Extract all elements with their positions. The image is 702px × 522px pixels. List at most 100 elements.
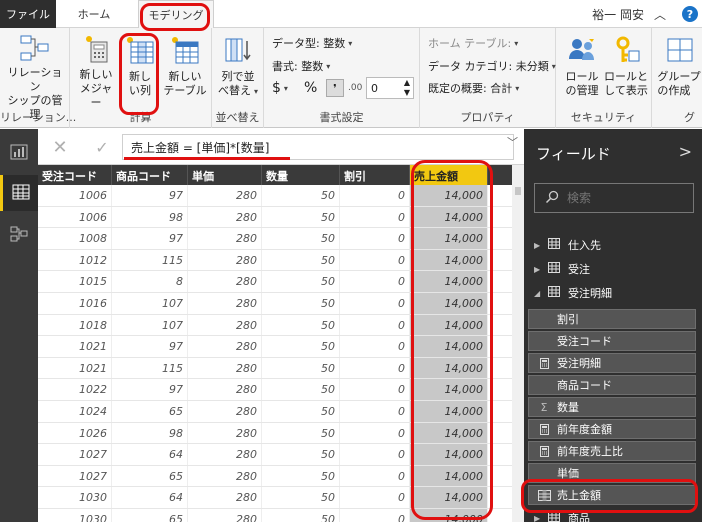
table-cell[interactable]: 14,000 <box>410 336 488 357</box>
field-item[interactable]: 前年度金額 <box>528 419 696 439</box>
table-cell[interactable]: 50 <box>262 271 340 292</box>
decimal-places-spinner[interactable]: 0 ▲ ▼ <box>366 77 414 99</box>
sort-by-column-button[interactable]: 列で並 べ替え ▾ <box>216 32 260 104</box>
field-item[interactable]: 受注明細 <box>528 353 696 373</box>
field-item[interactable]: 受注コード <box>528 331 696 351</box>
table-cell[interactable]: 97 <box>112 336 188 357</box>
table-cell[interactable]: 50 <box>262 292 340 314</box>
table-cell[interactable]: 50 <box>262 185 340 206</box>
table-cell[interactable]: 0 <box>340 422 410 444</box>
table-cell[interactable]: 50 <box>262 400 340 422</box>
table-cell[interactable]: 280 <box>188 292 262 314</box>
manage-relationships-button[interactable]: リレーション シップの管理 <box>4 32 66 121</box>
table-cell[interactable]: 280 <box>188 314 262 336</box>
table-cell[interactable]: 98 <box>112 422 188 444</box>
manage-roles-button[interactable]: ロール の管理 <box>560 32 604 104</box>
table-cell[interactable]: 8 <box>112 271 188 292</box>
table-cell[interactable]: 50 <box>262 379 340 400</box>
table-cell[interactable]: 50 <box>262 206 340 228</box>
table-cell[interactable]: 280 <box>188 422 262 444</box>
field-item[interactable]: 商品コード <box>528 375 696 395</box>
table-cell[interactable]: 64 <box>112 444 188 465</box>
vertical-scrollbar[interactable] <box>512 165 524 522</box>
table-cell[interactable]: 50 <box>262 487 340 508</box>
table-cell[interactable]: 50 <box>262 465 340 487</box>
table-cell[interactable]: 0 <box>340 314 410 336</box>
fields-table-item[interactable]: ▶ 受注 <box>534 259 590 279</box>
table-cell[interactable]: 14,000 <box>410 444 488 465</box>
table-cell[interactable]: 1027 <box>38 444 112 465</box>
table-cell[interactable]: 107 <box>112 314 188 336</box>
table-cell[interactable]: 0 <box>340 206 410 228</box>
column-header[interactable]: 商品コード <box>112 165 188 185</box>
fields-table-item-partial[interactable]: ▶ 商品 <box>534 511 590 522</box>
formula-input[interactable]: 売上金額 = [単価]*[数量] <box>122 134 514 160</box>
fields-table-item[interactable]: ▶ 仕入先 <box>534 235 601 255</box>
collapsed-arrow-icon[interactable]: ▶ <box>534 265 546 274</box>
table-cell[interactable]: 50 <box>262 508 340 522</box>
table-cell[interactable]: 98 <box>112 206 188 228</box>
column-header[interactable]: 割引 <box>340 165 410 185</box>
field-item[interactable]: 単価 <box>528 463 696 483</box>
table-cell[interactable]: 0 <box>340 379 410 400</box>
table-cell[interactable]: 280 <box>188 465 262 487</box>
collapsed-arrow-icon[interactable]: ▶ <box>534 241 546 250</box>
table-cell[interactable]: 1008 <box>38 228 112 249</box>
table-cell[interactable]: 14,000 <box>410 422 488 444</box>
table-cell[interactable]: 50 <box>262 422 340 444</box>
table-cell[interactable]: 14,000 <box>410 314 488 336</box>
table-cell[interactable]: 14,000 <box>410 379 488 400</box>
scrollbar-thumb[interactable] <box>515 187 521 195</box>
table-cell[interactable]: 1021 <box>38 357 112 379</box>
table-cell[interactable]: 280 <box>188 357 262 379</box>
view-as-roles-button[interactable]: ロールと して表示 <box>604 32 648 104</box>
table-cell[interactable]: 14,000 <box>410 487 488 508</box>
table-cell[interactable]: 115 <box>112 249 188 271</box>
new-column-button[interactable]: 新し い列 <box>122 32 158 104</box>
field-item[interactable]: Σ 数量 <box>528 397 696 417</box>
table-cell[interactable]: 115 <box>112 357 188 379</box>
tab-file[interactable]: ファイル <box>0 0 56 28</box>
table-cell[interactable]: 97 <box>112 185 188 206</box>
column-header[interactable]: 受注コード <box>38 165 112 185</box>
table-cell[interactable]: 97 <box>112 379 188 400</box>
table-cell[interactable]: 280 <box>188 379 262 400</box>
table-cell[interactable]: 14,000 <box>410 357 488 379</box>
column-header[interactable]: 売上金額 <box>410 165 488 185</box>
field-item[interactable]: 売上金額 <box>528 485 696 505</box>
table-cell[interactable]: 280 <box>188 271 262 292</box>
collapsed-arrow-icon[interactable]: ▶ <box>534 514 546 522</box>
table-cell[interactable]: 0 <box>340 228 410 249</box>
relationships-view-button[interactable] <box>0 217 38 253</box>
data-category-dropdown[interactable]: データ カテゴリ: 未分類 ▾ <box>428 57 556 75</box>
table-cell[interactable]: 14,000 <box>410 228 488 249</box>
table-cell[interactable]: 97 <box>112 228 188 249</box>
chevron-up-icon[interactable]: ︿ <box>652 6 668 22</box>
table-cell[interactable]: 280 <box>188 249 262 271</box>
table-cell[interactable]: 1015 <box>38 271 112 292</box>
table-cell[interactable]: 14,000 <box>410 271 488 292</box>
table-cell[interactable]: 0 <box>340 465 410 487</box>
table-cell[interactable]: 64 <box>112 487 188 508</box>
table-cell[interactable]: 14,000 <box>410 465 488 487</box>
table-cell[interactable]: 1021 <box>38 336 112 357</box>
table-cell[interactable]: 1026 <box>38 422 112 444</box>
table-cell[interactable]: 65 <box>112 465 188 487</box>
table-cell[interactable]: 65 <box>112 400 188 422</box>
table-cell[interactable]: 50 <box>262 336 340 357</box>
field-item[interactable]: 前年度売上比 <box>528 441 696 461</box>
table-cell[interactable]: 0 <box>340 249 410 271</box>
table-cell[interactable]: 1030 <box>38 508 112 522</box>
new-table-button[interactable]: 新しい テーブル <box>162 32 208 104</box>
table-cell[interactable]: 280 <box>188 336 262 357</box>
table-cell[interactable]: 0 <box>340 271 410 292</box>
table-cell[interactable]: 0 <box>340 400 410 422</box>
table-cell[interactable]: 280 <box>188 487 262 508</box>
table-cell[interactable]: 280 <box>188 206 262 228</box>
column-header[interactable]: 単価 <box>188 165 262 185</box>
table-cell[interactable]: 1024 <box>38 400 112 422</box>
fields-search-input[interactable] <box>567 191 677 205</box>
percent-button[interactable]: % <box>304 79 317 97</box>
table-cell[interactable]: 0 <box>340 487 410 508</box>
table-cell[interactable]: 1006 <box>38 185 112 206</box>
